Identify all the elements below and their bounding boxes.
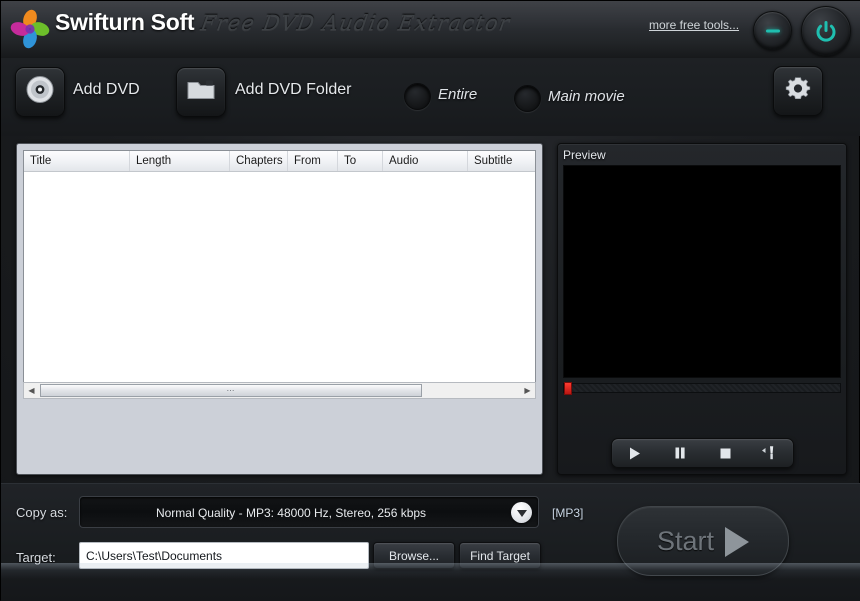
power-icon [815, 20, 837, 42]
stop-button[interactable] [703, 439, 748, 467]
settings-button[interactable] [773, 66, 823, 116]
grid-body-empty[interactable] [24, 172, 535, 382]
preview-video-surface[interactable] [563, 165, 841, 378]
output-profile-select[interactable]: Normal Quality - MP3: 48000 Hz, Stereo, … [79, 496, 539, 528]
snapshot-button[interactable] [748, 439, 793, 467]
title-grid[interactable]: Title Length Chapters From To Audio Subt… [23, 150, 536, 382]
scrollbar-thumb[interactable]: ⋯ [40, 384, 422, 397]
preview-panel: Preview [557, 143, 847, 475]
title-bar: Swifturn Soft Free DVD Audio Extractor m… [1, 1, 860, 59]
pause-button[interactable] [657, 439, 702, 467]
seek-handle[interactable] [564, 382, 572, 395]
radio-entire[interactable] [404, 83, 431, 110]
product-name: Free DVD Audio Extractor [199, 11, 512, 35]
add-dvd-folder-button[interactable] [176, 67, 226, 117]
minimize-button[interactable] [753, 11, 792, 50]
gear-icon [784, 75, 812, 108]
target-label: Target: [16, 550, 56, 565]
start-label: Start [657, 526, 714, 557]
brand-name: Swifturn Soft [55, 9, 194, 36]
chevron-down-circle-icon[interactable] [511, 502, 532, 523]
column-header-to[interactable]: To [338, 151, 383, 171]
close-button[interactable] [801, 6, 851, 56]
stop-icon [719, 447, 732, 460]
find-target-button[interactable]: Find Target [459, 542, 541, 569]
chevron-right-icon[interactable]: ▶ [520, 383, 535, 398]
add-dvd-folder-label: Add DVD Folder [235, 81, 352, 99]
play-button[interactable] [612, 439, 657, 467]
grid-header-row: Title Length Chapters From To Audio Subt… [24, 151, 535, 172]
column-header-subtitle[interactable]: Subtitle [468, 151, 535, 171]
output-profile-value: Normal Quality - MP3: 48000 Hz, Stereo, … [80, 506, 502, 520]
column-header-length[interactable]: Length [130, 151, 230, 171]
snapshot-icon [761, 445, 779, 461]
target-path-input[interactable]: C:\Users\Test\Documents [79, 542, 369, 569]
radio-main-movie[interactable] [514, 85, 541, 112]
preview-title: Preview [563, 148, 606, 162]
main-toolbar: Add DVD Add DVD Folder Entire Main movie [1, 58, 860, 136]
pause-icon [673, 446, 687, 460]
add-dvd-label: Add DVD [73, 81, 140, 99]
chevron-left-icon[interactable]: ◀ [24, 383, 39, 398]
grid-horizontal-scrollbar[interactable]: ◀ ⋯ ▶ [23, 382, 536, 399]
column-header-title[interactable]: Title [24, 151, 130, 171]
chevron-down-glyph [517, 510, 527, 517]
radio-entire-label: Entire [438, 86, 477, 103]
flower-logo-icon [8, 7, 52, 51]
start-button[interactable]: Start [617, 506, 789, 576]
title-list-panel: Title Length Chapters From To Audio Subt… [16, 143, 543, 475]
preview-seek-bar[interactable] [563, 383, 841, 393]
playback-controls [611, 438, 794, 468]
more-free-tools-link[interactable]: more free tools... [649, 18, 739, 32]
folder-icon [186, 77, 216, 108]
radio-main-movie-label: Main movie [548, 88, 625, 105]
play-triangle-icon [725, 527, 749, 557]
copy-as-label: Copy as: [16, 505, 67, 520]
column-header-chapters[interactable]: Chapters [230, 151, 288, 171]
format-badge: [MP3] [552, 506, 583, 520]
application-window: Swifturn Soft Free DVD Audio Extractor m… [0, 0, 860, 600]
play-icon [627, 446, 642, 461]
add-dvd-button[interactable] [15, 67, 65, 117]
browse-button[interactable]: Browse... [373, 542, 455, 569]
disc-icon [25, 75, 55, 110]
minimize-icon [766, 29, 780, 32]
column-header-from[interactable]: From [288, 151, 338, 171]
column-header-audio[interactable]: Audio [383, 151, 468, 171]
